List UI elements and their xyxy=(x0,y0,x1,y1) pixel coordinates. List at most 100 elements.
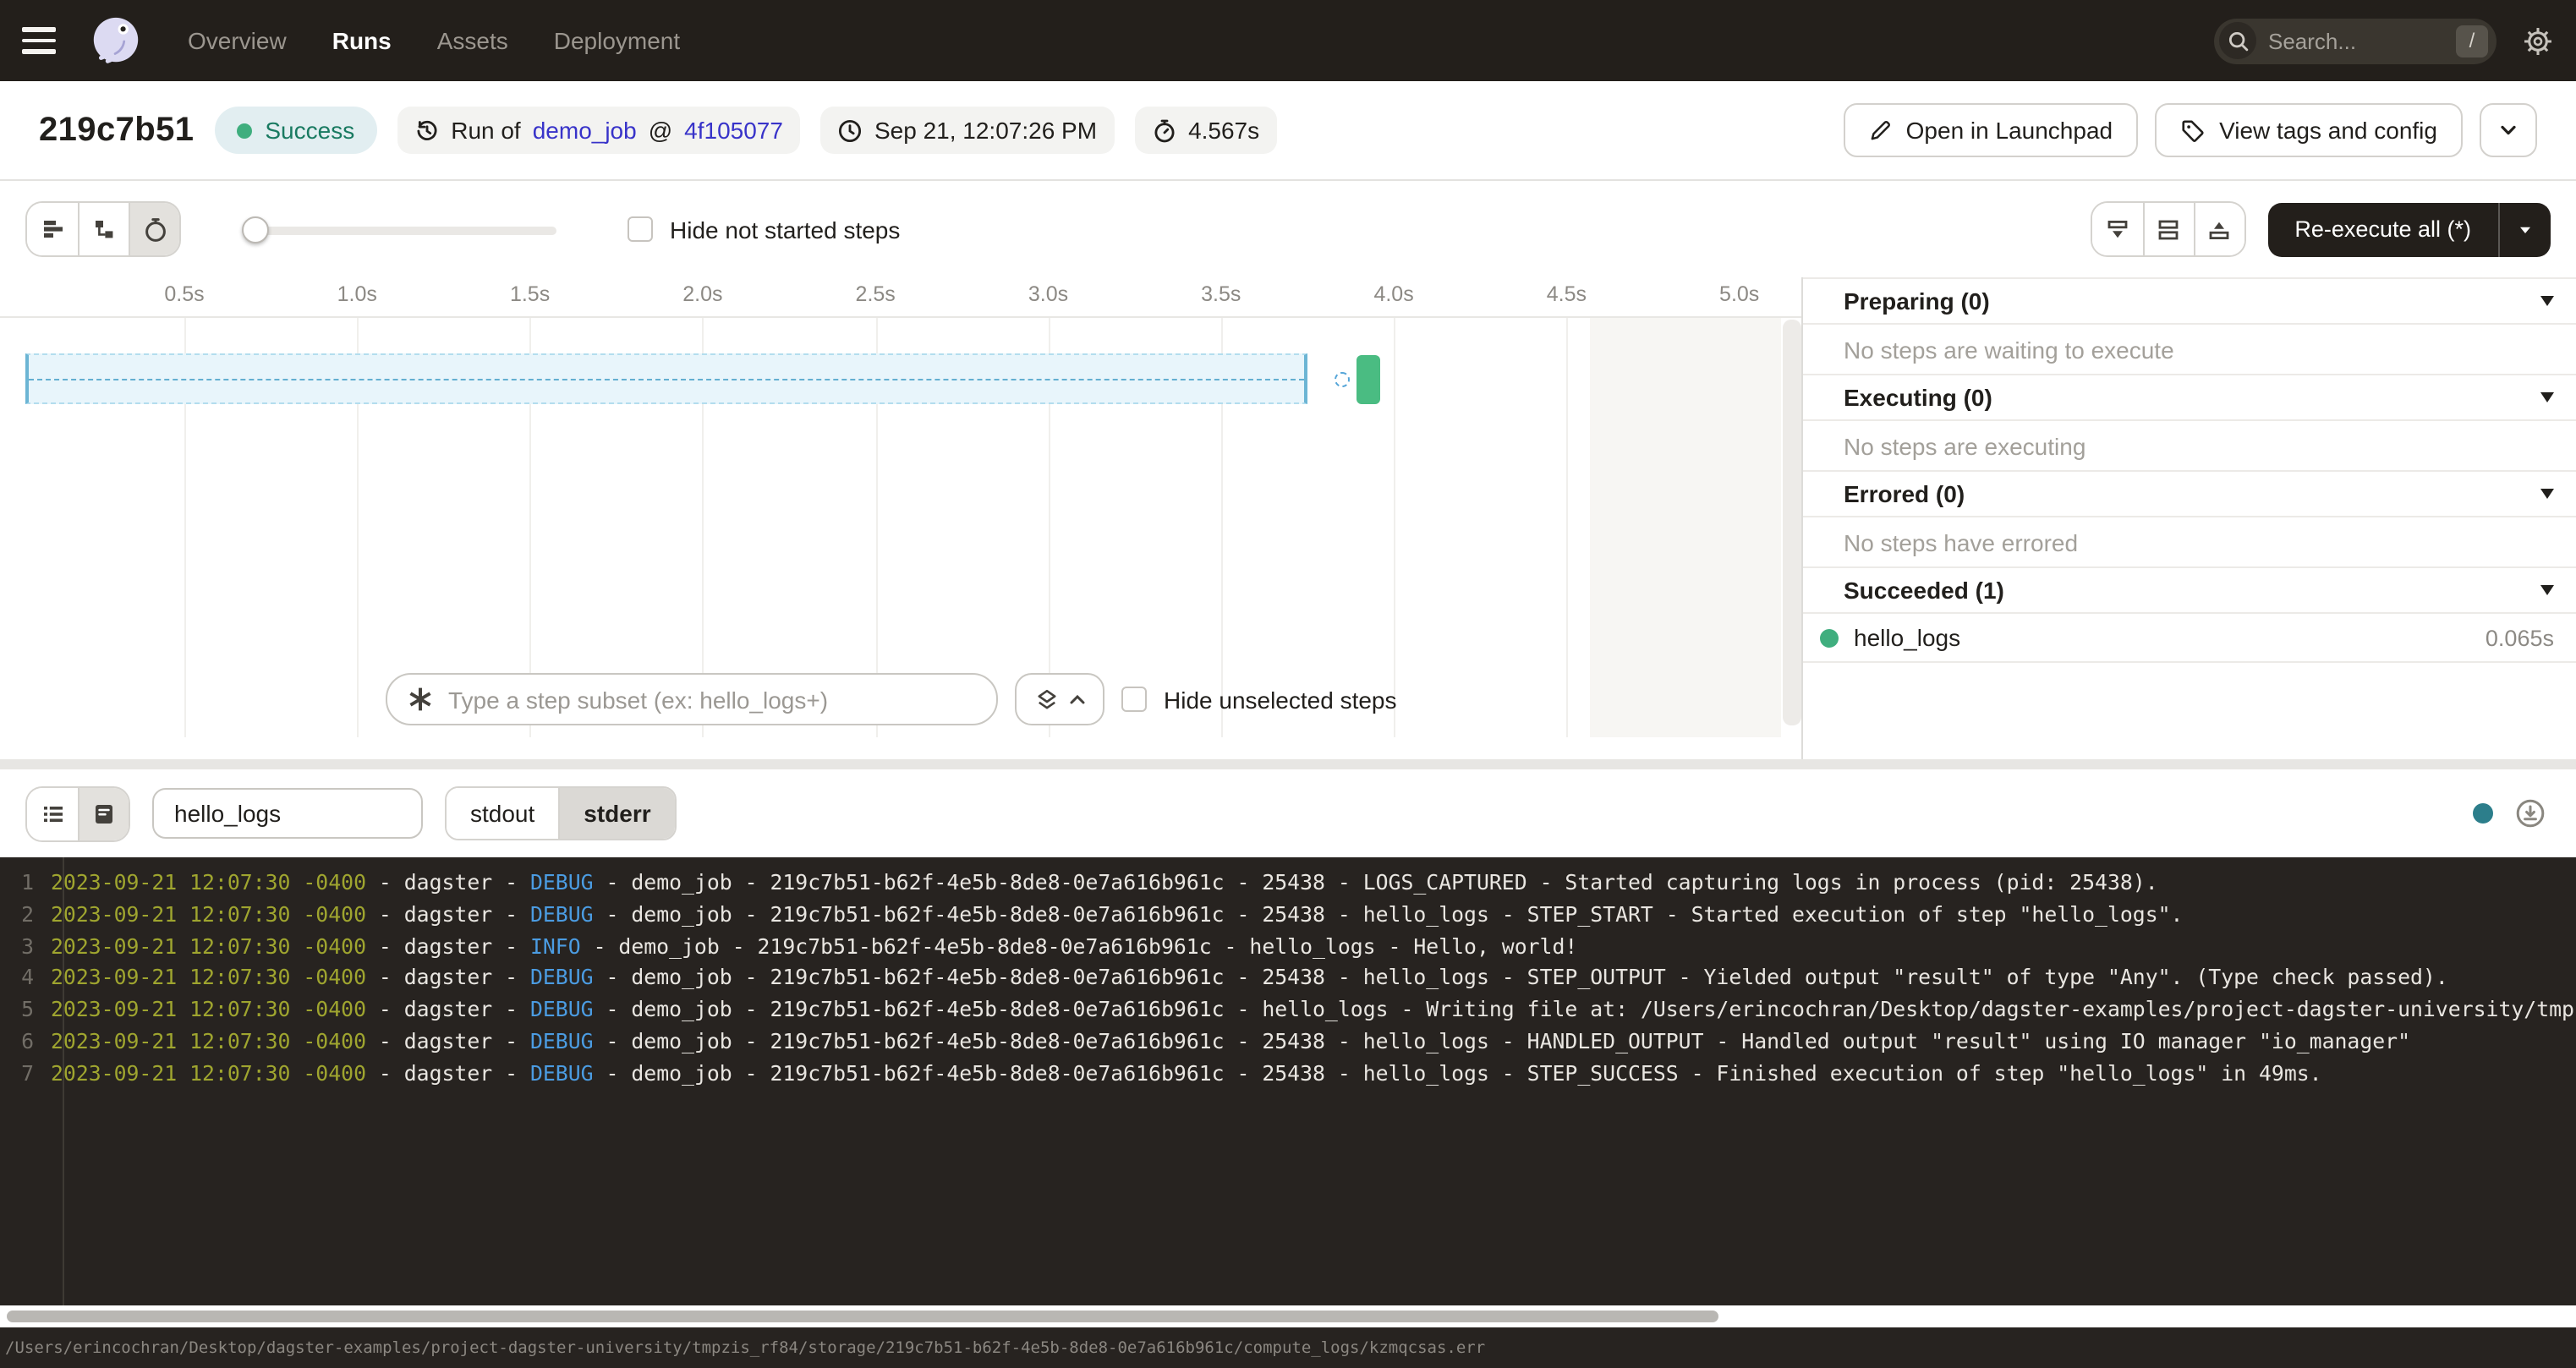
structured-log-view-button[interactable] xyxy=(27,787,78,840)
stopwatch-view-icon xyxy=(141,216,168,243)
op-selector-icon xyxy=(408,687,433,712)
panel-resize-divider[interactable] xyxy=(0,759,2576,769)
step-bar-hello_logs[interactable] xyxy=(1356,355,1380,404)
axis-tick-label: 4.5s xyxy=(1547,282,1587,306)
search-icon xyxy=(2227,30,2249,52)
axis-tick-label: 3.5s xyxy=(1201,282,1241,306)
chevron-up-icon xyxy=(1068,692,1085,706)
tag-icon xyxy=(2180,118,2206,143)
reexecute-dropdown-button[interactable] xyxy=(2500,202,2551,256)
waterfall-view-icon xyxy=(91,216,117,242)
run-header: 219c7b51 Success Run of demo_job @ 4f105… xyxy=(0,81,2576,181)
gantt-view-mode-group xyxy=(25,201,181,257)
section-empty-text: No steps are executing xyxy=(1803,419,2576,470)
hide-not-started-checkbox[interactable] xyxy=(628,216,653,242)
zoom-slider[interactable] xyxy=(242,216,556,243)
axis-tick-label: 2.0s xyxy=(682,282,722,306)
caret-down-icon xyxy=(2517,221,2534,238)
pencil-icon xyxy=(1869,118,1893,142)
axis-tick-label: 4.0s xyxy=(1373,282,1413,306)
log-line-number: 6 xyxy=(0,1026,51,1059)
beyond-run-end-region xyxy=(1590,318,1781,737)
collapse-down-button[interactable] xyxy=(2091,203,2142,255)
reexecute-all-button[interactable]: Re-execute all (*) xyxy=(2267,216,2498,242)
expand-up-button[interactable] xyxy=(2193,203,2244,255)
log-line: 52023-09-21 12:07:30 -0400 - dagster - D… xyxy=(0,994,2576,1026)
tab-stderr[interactable]: stderr xyxy=(558,788,674,839)
log-file-path: /Users/erincochran/Desktop/dagster-examp… xyxy=(5,1338,1485,1357)
raw-log-icon xyxy=(91,801,117,826)
hide-unselected-checkbox[interactable] xyxy=(1121,687,1147,712)
log-line: 62023-09-21 12:07:30 -0400 - dagster - D… xyxy=(0,1026,2576,1059)
section-header-errored[interactable]: Errored (0) xyxy=(1803,470,2576,516)
horizontal-scrollbar-thumb[interactable] xyxy=(7,1311,1718,1322)
settings-button[interactable] xyxy=(2522,25,2554,57)
section-empty-text: No steps have errored xyxy=(1803,516,2576,566)
log-line-number: 4 xyxy=(0,963,51,995)
stopwatch-icon xyxy=(1151,118,1176,143)
clock-icon xyxy=(837,118,863,143)
open-in-launchpad-button[interactable]: Open in Launchpad xyxy=(1844,103,2138,157)
dependency-band xyxy=(25,353,1307,404)
axis-tick-label: 1.0s xyxy=(337,282,377,306)
log-line-number: 2 xyxy=(0,900,51,932)
caret-down-icon xyxy=(2540,489,2554,499)
log-line-number: 1 xyxy=(0,867,51,900)
hamburger-menu-icon[interactable] xyxy=(22,20,63,61)
run-actions-dropdown-button[interactable] xyxy=(2480,103,2537,157)
download-log-icon[interactable] xyxy=(2515,798,2546,829)
top-nav: Overview Runs Assets Deployment Search... / xyxy=(0,0,2576,81)
reexecute-all-button-group: Re-execute all (*) xyxy=(2267,202,2551,256)
dependency-marker-circle xyxy=(1335,372,1351,387)
status-dot-icon xyxy=(236,123,251,138)
log-output[interactable]: 12023-09-21 12:07:30 -0400 - dagster - D… xyxy=(0,857,2576,1305)
layers-icon xyxy=(1034,687,1058,711)
nav-link-assets[interactable]: Assets xyxy=(437,27,508,54)
gantt-chart[interactable]: Hide unselected steps xyxy=(0,318,1801,758)
zoom-slider-handle[interactable] xyxy=(242,216,269,243)
expand-up-icon xyxy=(2206,216,2233,243)
hide-unselected-label: Hide unselected steps xyxy=(1164,686,1397,713)
nav-link-deployment[interactable]: Deployment xyxy=(554,27,680,54)
timing-view-button[interactable] xyxy=(129,203,179,255)
chevron-down-icon xyxy=(2498,120,2518,140)
horizontal-scrollbar xyxy=(0,1305,2576,1327)
hide-unselected-checkbox-row[interactable]: Hide unselected steps xyxy=(1121,686,1397,713)
search-shortcut-badge: / xyxy=(2456,25,2488,57)
run-id-title: 219c7b51 xyxy=(39,111,194,150)
graph-query-toggle-button[interactable] xyxy=(1015,673,1104,725)
section-empty-text: No steps are waiting to execute xyxy=(1803,323,2576,374)
gantt-vertical-scrollbar[interactable] xyxy=(1783,320,1801,725)
raw-log-view-button[interactable] xyxy=(78,787,129,840)
dagster-logo[interactable] xyxy=(88,13,144,68)
flat-view-button[interactable] xyxy=(27,203,78,255)
tab-stdout[interactable]: stdout xyxy=(447,788,558,839)
caret-down-icon xyxy=(2540,392,2554,402)
view-tags-config-button[interactable]: View tags and config xyxy=(2155,103,2463,157)
step-subset-input[interactable] xyxy=(448,686,976,713)
section-header-executing[interactable]: Executing (0) xyxy=(1803,374,2576,419)
rows-view-button[interactable] xyxy=(2142,203,2193,255)
section-header-preparing[interactable]: Preparing (0) xyxy=(1803,277,2576,323)
search-input[interactable]: Search... / xyxy=(2214,18,2497,63)
log-line: 12023-09-21 12:07:30 -0400 - dagster - D… xyxy=(0,867,2576,900)
succeeded-step-row[interactable]: hello_logs0.065s xyxy=(1803,612,2576,663)
job-link[interactable]: demo_job xyxy=(533,117,637,144)
log-filter-input[interactable] xyxy=(152,788,423,839)
log-line: 32023-09-21 12:07:30 -0400 - dagster - I… xyxy=(0,931,2576,963)
caret-down-icon xyxy=(2540,585,2554,595)
waterfall-view-button[interactable] xyxy=(78,203,129,255)
collapse-down-icon xyxy=(2103,216,2130,243)
duration-tag: 4.567s xyxy=(1134,107,1276,154)
section-header-succeeded[interactable]: Succeeded (1) xyxy=(1803,566,2576,612)
commit-link[interactable]: 4f105077 xyxy=(684,117,783,144)
zoom-slider-track[interactable] xyxy=(242,226,556,234)
axis-tick-label: 5.0s xyxy=(1719,282,1759,306)
nav-link-overview[interactable]: Overview xyxy=(188,27,287,54)
nav-link-runs[interactable]: Runs xyxy=(332,27,392,54)
run-of-tag: Run of demo_job @ 4f105077 xyxy=(397,107,800,154)
dependency-dotted-line xyxy=(29,379,1304,380)
timestamp-tag: Sep 21, 12:07:26 PM xyxy=(820,107,1114,154)
hide-not-started-checkbox-row[interactable]: Hide not started steps xyxy=(628,216,900,243)
history-icon xyxy=(414,118,439,143)
